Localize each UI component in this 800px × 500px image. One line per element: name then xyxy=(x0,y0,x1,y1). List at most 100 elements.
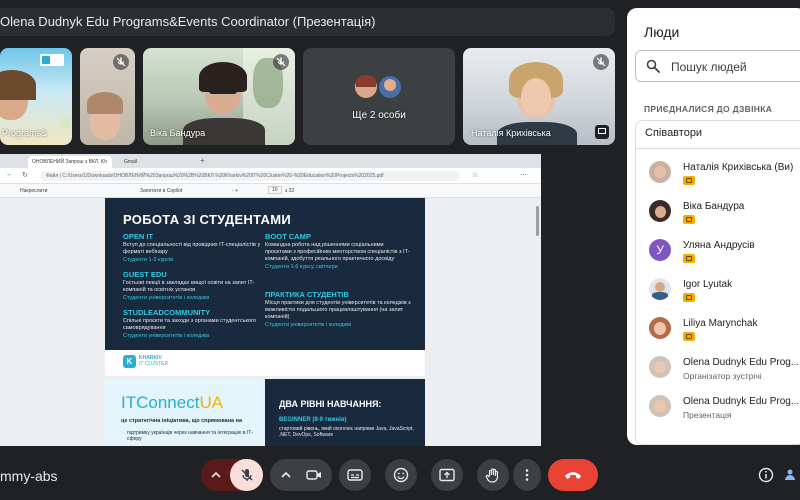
participant-list-item[interactable]: Olena Dudnyk Edu Prog... Презентація xyxy=(636,395,800,431)
people-panel: Люди Пошук людей ПРИЄДНАЛИСЯ ДО ДЗВІНКА … xyxy=(627,8,800,445)
search-placeholder: Пошук людей xyxy=(671,60,747,74)
slide-text: це стратегічна ініціатива, що спрямована… xyxy=(121,418,243,424)
mic-off-icon xyxy=(241,469,253,481)
section-desc: Гостьові лекції в закладах вищої освіти … xyxy=(123,280,255,293)
presentation-badge-icon xyxy=(683,215,695,224)
participant-list-item[interactable]: Igor Lyutak xyxy=(636,278,800,314)
avatar xyxy=(377,74,403,100)
participant-role: Організатор зустрічі xyxy=(683,371,762,381)
emoji-icon xyxy=(393,467,409,483)
slide-section: ПРАКТИКА СТУДЕНТІВ Місця практики для ст… xyxy=(265,290,411,328)
participant-tile[interactable]: Віка Бандура xyxy=(143,48,295,145)
people-button[interactable] xyxy=(784,459,800,491)
slide-title: РОБОТА ЗІ СТУДЕНТАМИ xyxy=(123,212,291,227)
browser-tab-label: ОНОВЛЕНИЙ Запрош з ВКЛ. Kh xyxy=(32,159,108,165)
slide-level-title: BEGINNER (8-9 тижнів) xyxy=(279,417,347,423)
url-field[interactable]: Файл | C:/Users/1/Downloads/ОНОВЛЕНИЙ%20… xyxy=(40,171,460,181)
slide-heading: ДВА РІВНІ НАВЧАННЯ: xyxy=(279,399,382,409)
section-target: Студенти 1-3 курсів xyxy=(123,257,174,263)
page-total: з 32 xyxy=(285,188,295,194)
participant-name: Уляна Андрусів xyxy=(683,240,755,251)
avatar xyxy=(649,356,671,378)
chevron-up-icon xyxy=(281,471,291,478)
participant-name: Віка Бандура xyxy=(150,128,206,138)
presentation-badge-icon xyxy=(683,176,695,185)
presenting-icon xyxy=(595,125,609,139)
pdf-slide: ДВА РІВНІ НАВЧАННЯ: BEGINNER (8-9 тижнів… xyxy=(265,379,425,446)
people-search-input[interactable]: Пошук людей xyxy=(635,50,800,82)
section-desc: Місця практики для студентів університет… xyxy=(265,300,411,320)
participant-tile[interactable]: Programs& xyxy=(0,48,72,145)
slide-text: стартовий рівень, який охоплює напрями J… xyxy=(279,426,414,438)
section-title: ПРАКТИКА СТУДЕНТІВ xyxy=(265,290,349,299)
pdf-scrollbar[interactable] xyxy=(536,206,539,236)
browser-tab[interactable]: Gmail xyxy=(120,156,190,168)
mic-off-icon xyxy=(113,54,129,70)
end-call-button[interactable] xyxy=(548,459,598,491)
section-target: Студенти університетів і коледжів xyxy=(123,295,210,301)
avatar xyxy=(649,395,671,417)
section-title: BOOT CAMP xyxy=(265,232,311,241)
menu-icon[interactable]: ⋯ xyxy=(520,171,527,179)
participant-tile[interactable]: Наталія Крихівська xyxy=(463,48,615,145)
present-screen-icon xyxy=(439,468,455,482)
slide-text: підтримку українців через навчання та ін… xyxy=(127,430,253,442)
browser-tab[interactable]: ОНОВЛЕНИЙ Запрош з ВКЛ. Kh xyxy=(28,156,112,168)
section-title: OPEN IT xyxy=(123,232,154,241)
reload-icon[interactable]: ↻ xyxy=(22,171,28,179)
info-icon xyxy=(758,467,774,483)
presentation-badge-icon xyxy=(683,293,695,302)
raise-hand-button[interactable] xyxy=(477,459,509,491)
participant-list-item[interactable]: Olena Dudnyk Edu Prog... Організатор зус… xyxy=(636,356,800,392)
star-icon[interactable]: ☆ xyxy=(472,171,478,179)
participant-name: Olena Dudnyk Edu Prog... xyxy=(683,357,800,368)
presentation-badge-icon xyxy=(683,254,695,263)
copilot-button[interactable]: Запитати в Copilot xyxy=(140,188,182,194)
more-participants-label: Ще 2 особи xyxy=(352,110,406,121)
participant-name: Liliya Marynchak xyxy=(683,318,758,329)
mic-toggle-button[interactable] xyxy=(230,459,263,491)
zoom-controls[interactable]: - + xyxy=(232,188,238,194)
section-target: Студенти 1-6 курсу, світчери xyxy=(265,264,338,270)
participant-list-item[interactable]: Віка Бандура xyxy=(636,200,800,236)
section-title: GUEST EDU xyxy=(123,270,167,279)
avatar xyxy=(649,317,671,339)
pdf-viewer[interactable]: РОБОТА ЗІ СТУДЕНТАМИ OPEN IT Вступ до сп… xyxy=(0,198,541,446)
participant-role: Презентація xyxy=(683,410,732,420)
camera-button[interactable] xyxy=(270,459,332,491)
mic-off-icon xyxy=(593,54,609,70)
section-desc: Спільні проєкти та заходи з органами сту… xyxy=(123,318,256,331)
search-icon xyxy=(646,59,660,73)
meeting-code: mmy-abs xyxy=(0,468,58,484)
participant-name: Наталія Крихівська xyxy=(471,128,551,138)
browser-address-bar: ← ↻ Файл | C:/Users/1/Downloads/ОНОВЛЕНИ… xyxy=(0,168,541,184)
participant-name: Igor Lyutak xyxy=(683,279,733,290)
participant-list-item[interactable]: Наталія Крихівська (Ви) xyxy=(636,161,800,197)
avatar xyxy=(649,278,671,300)
participant-tile[interactable] xyxy=(80,48,135,145)
chevron-up-icon[interactable] xyxy=(209,468,223,482)
raise-hand-icon xyxy=(485,468,499,483)
avatar xyxy=(353,74,379,100)
more-participants-tile[interactable]: Ще 2 особи xyxy=(303,48,455,145)
captions-button[interactable] xyxy=(339,459,371,491)
slide-section: BOOT CAMP Командна робота над рішеннями … xyxy=(265,232,411,270)
section-target: Студенти університетів і коледжів xyxy=(265,322,352,328)
more-options-button[interactable] xyxy=(513,459,541,491)
page-number-input[interactable]: 10 xyxy=(268,186,282,194)
participant-list-item[interactable]: Liliya Marynchak xyxy=(636,317,800,353)
participant-name: Programs& xyxy=(2,128,48,138)
present-button[interactable] xyxy=(431,459,463,491)
new-tab-icon[interactable]: + xyxy=(200,156,205,165)
presenter-banner: Olena Dudnyk Edu Programs&Events Coordin… xyxy=(0,8,615,36)
participant-list-item[interactable]: У Уляна Андрусів xyxy=(636,239,800,275)
shared-screen: ОНОВЛЕНИЙ Запрош з ВКЛ. Kh Gmail + ← ↻ Ф… xyxy=(0,154,541,446)
logo-sign xyxy=(40,54,64,66)
draw-button[interactable]: Накреслити xyxy=(20,188,47,194)
itconnect-logo: ITConnectUA xyxy=(121,393,224,412)
meeting-info-button[interactable] xyxy=(750,459,782,491)
back-icon[interactable]: ← xyxy=(6,171,13,178)
mic-off-icon xyxy=(273,54,289,70)
emoji-button[interactable] xyxy=(385,459,417,491)
group-title[interactable]: Співавтори xyxy=(645,127,702,139)
